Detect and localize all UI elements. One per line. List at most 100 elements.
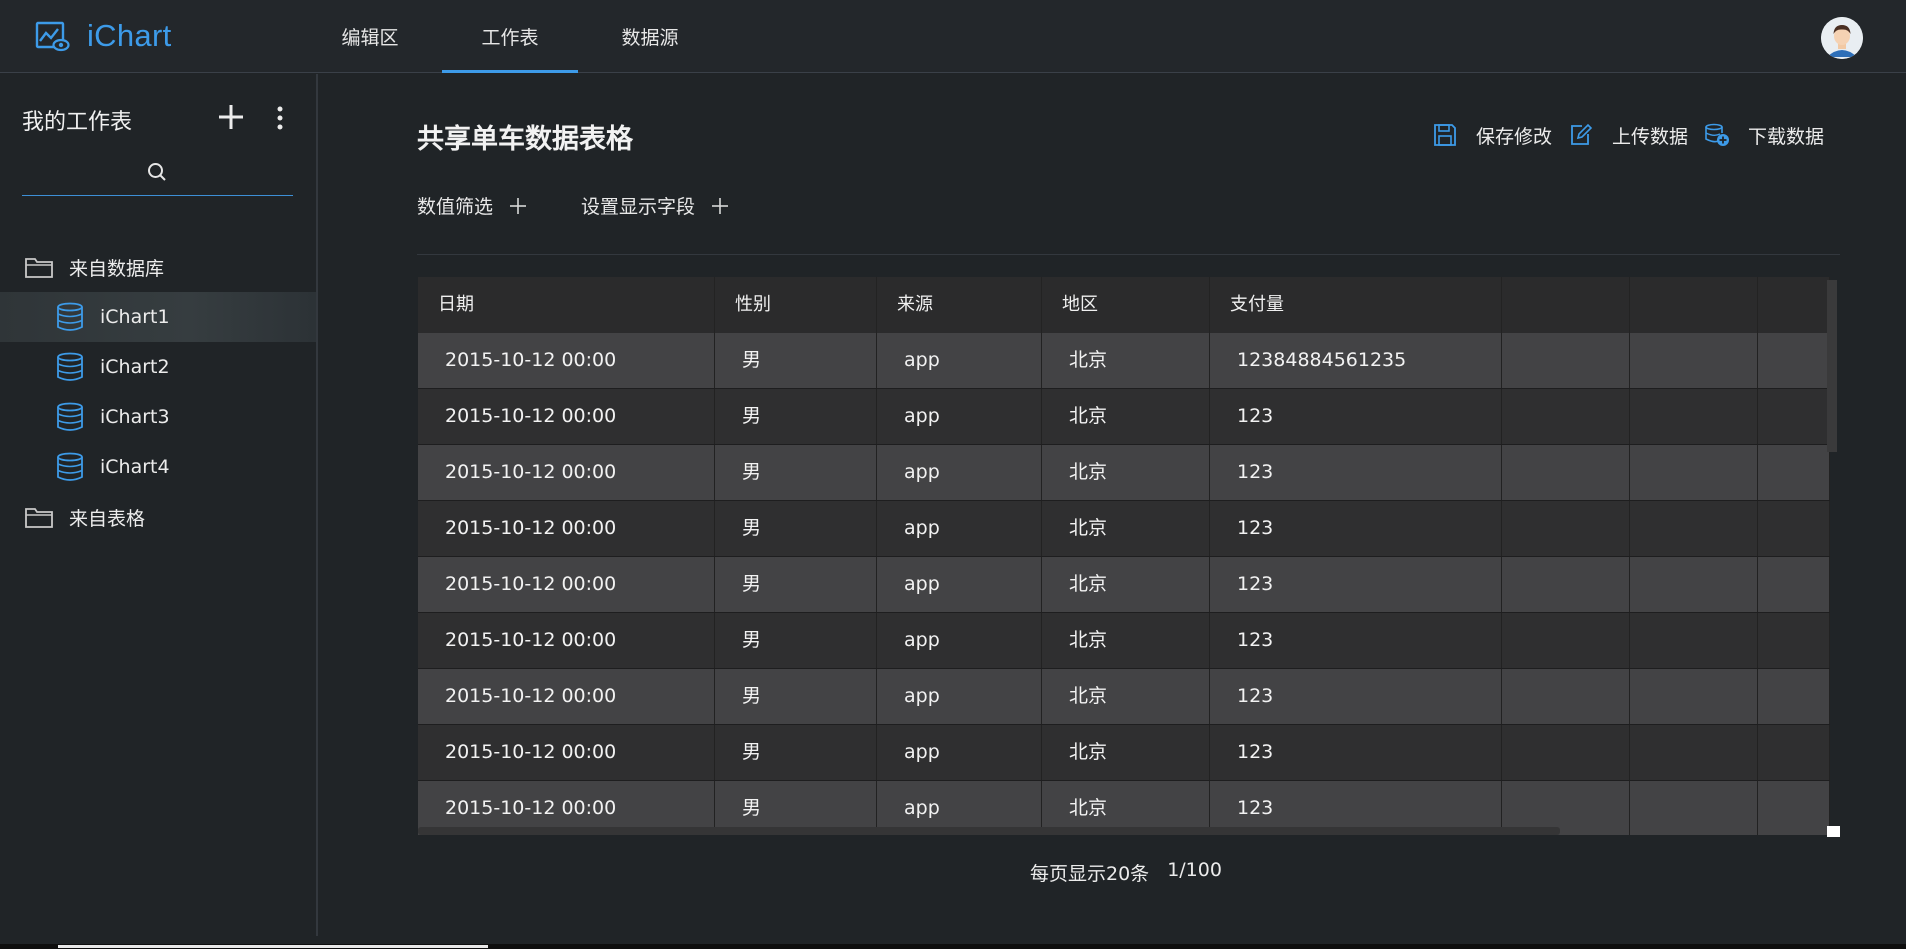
table-cell[interactable] bbox=[1758, 389, 1830, 444]
table-cell[interactable]: 123 bbox=[1210, 501, 1502, 556]
download-button[interactable]: 下载数据 bbox=[1704, 122, 1824, 149]
column-header[interactable] bbox=[1758, 277, 1830, 333]
table-cell[interactable]: app bbox=[877, 445, 1042, 500]
table-cell[interactable] bbox=[1630, 669, 1758, 724]
column-header[interactable]: 性别 bbox=[715, 277, 877, 333]
more-vertical-icon[interactable] bbox=[272, 105, 288, 131]
horizontal-scrollbar[interactable] bbox=[418, 827, 1560, 835]
table-row[interactable]: 2015-10-12 00:00 男 app 北京 123 bbox=[418, 501, 1830, 557]
table-cell[interactable] bbox=[1502, 501, 1630, 556]
table-cell[interactable]: app bbox=[877, 389, 1042, 444]
table-cell[interactable] bbox=[1630, 725, 1758, 780]
add-icon[interactable] bbox=[216, 102, 246, 132]
table-cell[interactable]: 2015-10-12 00:00 bbox=[418, 613, 715, 668]
table-cell[interactable]: app bbox=[877, 333, 1042, 388]
table-cell[interactable] bbox=[1502, 557, 1630, 612]
table-cell[interactable]: 123 bbox=[1210, 669, 1502, 724]
table-cell[interactable]: 北京 bbox=[1042, 389, 1210, 444]
table-cell[interactable]: 男 bbox=[715, 389, 877, 444]
table-cell[interactable]: 123 bbox=[1210, 725, 1502, 780]
table-row[interactable]: 2015-10-12 00:00 男 app 北京 123 bbox=[418, 613, 1830, 669]
column-header[interactable]: 来源 bbox=[877, 277, 1042, 333]
table-cell[interactable] bbox=[1630, 445, 1758, 500]
save-button[interactable]: 保存修改 bbox=[1432, 122, 1552, 149]
table-cell[interactable] bbox=[1758, 781, 1830, 835]
table-cell[interactable] bbox=[1758, 557, 1830, 612]
tab-editor[interactable]: 编辑区 bbox=[300, 0, 440, 73]
page-size-label[interactable]: 每页显示20条 bbox=[1030, 859, 1149, 886]
table-cell[interactable]: 12384884561235 bbox=[1210, 333, 1502, 388]
table-cell[interactable] bbox=[1630, 333, 1758, 388]
table-row[interactable]: 2015-10-12 00:00 男 app 北京 12384884561235 bbox=[418, 333, 1830, 389]
table-cell[interactable]: 2015-10-12 00:00 bbox=[418, 333, 715, 388]
table-cell[interactable] bbox=[1758, 613, 1830, 668]
table-cell[interactable]: 2015-10-12 00:00 bbox=[418, 725, 715, 780]
table-cell[interactable] bbox=[1758, 445, 1830, 500]
table-cell[interactable] bbox=[1502, 445, 1630, 500]
table-cell[interactable]: 北京 bbox=[1042, 557, 1210, 612]
table-cell[interactable]: 北京 bbox=[1042, 613, 1210, 668]
table-cell[interactable]: 北京 bbox=[1042, 445, 1210, 500]
column-header[interactable]: 支付量 bbox=[1210, 277, 1502, 333]
table-cell[interactable]: 男 bbox=[715, 669, 877, 724]
tab-worksheet[interactable]: 工作表 bbox=[440, 0, 580, 73]
folder-from-spreadsheet[interactable]: 来自表格 bbox=[0, 492, 316, 542]
table-cell[interactable] bbox=[1502, 333, 1630, 388]
table-cell[interactable]: 2015-10-12 00:00 bbox=[418, 389, 715, 444]
table-cell[interactable] bbox=[1630, 501, 1758, 556]
table-row[interactable]: 2015-10-12 00:00 男 app 北京 123 bbox=[418, 669, 1830, 725]
table-cell[interactable]: 男 bbox=[715, 333, 877, 388]
table-cell[interactable] bbox=[1630, 781, 1758, 835]
table-cell[interactable] bbox=[1758, 725, 1830, 780]
table-cell[interactable]: 123 bbox=[1210, 445, 1502, 500]
table-cell[interactable]: app bbox=[877, 501, 1042, 556]
table-cell[interactable]: 北京 bbox=[1042, 725, 1210, 780]
table-cell[interactable]: app bbox=[877, 669, 1042, 724]
sheet-item-ichart2[interactable]: iChart2 bbox=[0, 342, 316, 392]
table-cell[interactable]: 男 bbox=[715, 445, 877, 500]
table-cell[interactable] bbox=[1502, 725, 1630, 780]
user-avatar[interactable] bbox=[1821, 17, 1863, 59]
table-cell[interactable]: 123 bbox=[1210, 389, 1502, 444]
table-cell[interactable]: 男 bbox=[715, 501, 877, 556]
column-header[interactable]: 地区 bbox=[1042, 277, 1210, 333]
table-cell[interactable]: 2015-10-12 00:00 bbox=[418, 445, 715, 500]
table-row[interactable]: 2015-10-12 00:00 男 app 北京 123 bbox=[418, 725, 1830, 781]
table-cell[interactable] bbox=[1630, 613, 1758, 668]
column-header[interactable] bbox=[1630, 277, 1758, 333]
table-cell[interactable] bbox=[1630, 389, 1758, 444]
sheet-item-ichart4[interactable]: iChart4 bbox=[0, 442, 316, 492]
table-cell[interactable]: 男 bbox=[715, 613, 877, 668]
table-cell[interactable]: 北京 bbox=[1042, 333, 1210, 388]
table-cell[interactable]: app bbox=[877, 557, 1042, 612]
table-cell[interactable]: 2015-10-12 00:00 bbox=[418, 557, 715, 612]
table-row[interactable]: 2015-10-12 00:00 男 app 北京 123 bbox=[418, 445, 1830, 501]
table-cell[interactable]: 北京 bbox=[1042, 501, 1210, 556]
vertical-scrollbar[interactable] bbox=[1827, 280, 1837, 452]
table-cell[interactable]: 2015-10-12 00:00 bbox=[418, 501, 715, 556]
app-logo[interactable]: iChart bbox=[34, 18, 172, 54]
table-cell[interactable] bbox=[1502, 669, 1630, 724]
upload-button[interactable]: 上传数据 bbox=[1568, 122, 1688, 149]
folder-from-database[interactable]: 来自数据库 bbox=[0, 242, 316, 292]
table-cell[interactable] bbox=[1502, 389, 1630, 444]
table-cell[interactable] bbox=[1758, 501, 1830, 556]
sheet-item-ichart3[interactable]: iChart3 bbox=[0, 392, 316, 442]
table-cell[interactable]: 2015-10-12 00:00 bbox=[418, 669, 715, 724]
table-cell[interactable] bbox=[1758, 333, 1830, 388]
table-cell[interactable] bbox=[1630, 557, 1758, 612]
column-header[interactable]: 日期 bbox=[418, 277, 715, 333]
table-row[interactable]: 2015-10-12 00:00 男 app 北京 123 bbox=[418, 389, 1830, 445]
column-header[interactable] bbox=[1502, 277, 1630, 333]
table-cell[interactable]: app bbox=[877, 613, 1042, 668]
value-filter-button[interactable]: 数值筛选 bbox=[417, 192, 527, 219]
table-cell[interactable]: 北京 bbox=[1042, 669, 1210, 724]
sheet-item-ichart1[interactable]: iChart1 bbox=[0, 292, 316, 342]
table-cell[interactable]: 123 bbox=[1210, 557, 1502, 612]
table-row[interactable]: 2015-10-12 00:00 男 app 北京 123 bbox=[418, 557, 1830, 613]
sidebar-search[interactable] bbox=[22, 154, 293, 196]
table-cell[interactable]: 男 bbox=[715, 557, 877, 612]
tab-datasource[interactable]: 数据源 bbox=[580, 0, 720, 73]
table-cell[interactable] bbox=[1502, 613, 1630, 668]
table-cell[interactable]: 男 bbox=[715, 725, 877, 780]
